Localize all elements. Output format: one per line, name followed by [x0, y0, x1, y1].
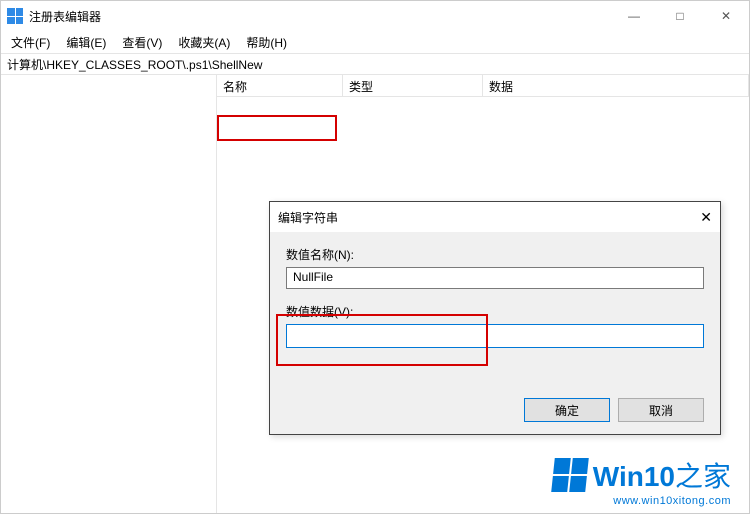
- edit-string-dialog: 编辑字符串 ✕ 数值名称(N): NullFile 数值数据(V): 确定 取消: [269, 201, 721, 435]
- window-title: 注册表编辑器: [29, 8, 611, 25]
- minimize-button[interactable]: —: [611, 1, 657, 31]
- ok-button[interactable]: 确定: [524, 398, 610, 422]
- menu-help[interactable]: 帮助(H): [240, 32, 293, 53]
- highlight-box: [217, 115, 337, 141]
- window-controls: — □ ✕: [611, 1, 749, 31]
- column-type[interactable]: 类型: [343, 75, 483, 96]
- tree-view[interactable]: [1, 75, 217, 513]
- cancel-button[interactable]: 取消: [618, 398, 704, 422]
- address-bar[interactable]: 计算机\HKEY_CLASSES_ROOT\.ps1\ShellNew: [1, 53, 749, 75]
- value-name-field[interactable]: NullFile: [286, 267, 704, 289]
- watermark-url: www.win10xitong.com: [553, 495, 731, 507]
- maximize-button[interactable]: □: [657, 1, 703, 31]
- column-data[interactable]: 数据: [483, 75, 749, 96]
- menu-view[interactable]: 查看(V): [116, 32, 168, 53]
- title-bar: 注册表编辑器 — □ ✕: [1, 1, 749, 31]
- menu-file[interactable]: 文件(F): [5, 32, 56, 53]
- dialog-close-button[interactable]: ✕: [495, 209, 712, 226]
- app-icon: [7, 8, 23, 24]
- windows-flag-icon: [551, 458, 589, 492]
- value-name-label: 数值名称(N):: [286, 246, 704, 263]
- watermark: Win10之家 www.win10xitong.com: [553, 455, 731, 507]
- close-button[interactable]: ✕: [703, 1, 749, 31]
- menu-bar: 文件(F) 编辑(E) 查看(V) 收藏夹(A) 帮助(H): [1, 31, 749, 53]
- value-data-field[interactable]: [286, 324, 704, 348]
- menu-edit[interactable]: 编辑(E): [60, 32, 112, 53]
- menu-favorites[interactable]: 收藏夹(A): [172, 32, 236, 53]
- value-data-label: 数值数据(V):: [286, 303, 704, 320]
- dialog-title: 编辑字符串: [278, 209, 495, 226]
- column-name[interactable]: 名称: [217, 75, 343, 96]
- dialog-title-bar[interactable]: 编辑字符串 ✕: [270, 202, 720, 232]
- list-header: 名称 类型 数据: [217, 75, 749, 97]
